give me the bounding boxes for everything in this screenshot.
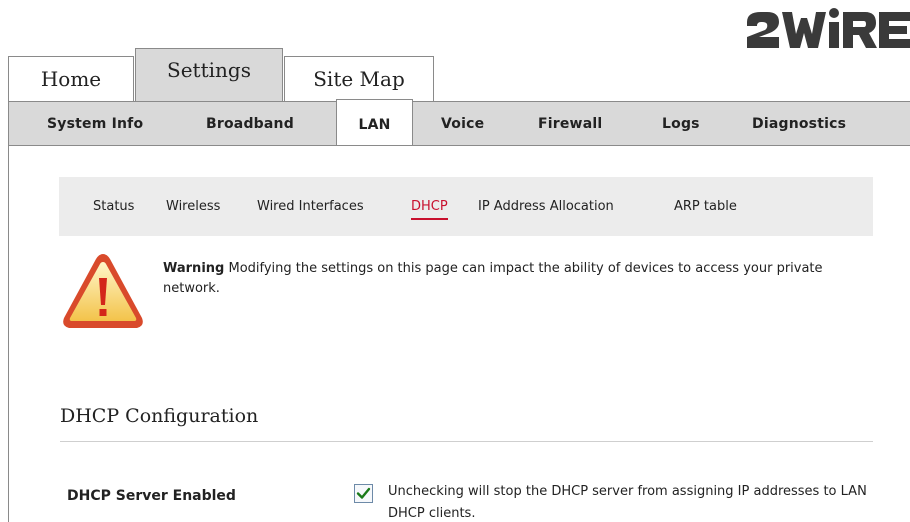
tab-settings[interactable]: Settings: [135, 48, 283, 101]
subnav-firewall[interactable]: Firewall: [538, 102, 602, 145]
lan-link-ip-address-allocation[interactable]: IP Address Allocation: [478, 199, 614, 214]
check-icon: [356, 487, 371, 499]
lan-link-status[interactable]: Status: [93, 199, 134, 214]
warning-title: Warning: [163, 261, 225, 276]
lan-link-dhcp[interactable]: DHCP: [411, 199, 448, 220]
lan-link-arp-table[interactable]: ARP table: [674, 199, 737, 214]
top-tab-bar: Home Settings Site Map: [8, 48, 910, 101]
warning-triangle-icon: [63, 254, 143, 328]
warning-body: Modifying the settings on this page can …: [163, 261, 823, 296]
tab-site-map-label: Site Map: [313, 67, 405, 91]
lan-link-wired-interfaces[interactable]: Wired Interfaces: [257, 199, 364, 214]
2wire-logo: [747, 8, 910, 48]
subnav-system-info[interactable]: System Info: [47, 102, 143, 145]
tab-home[interactable]: Home: [8, 56, 134, 101]
settings-subnav: System Info Broadband LAN Voice Firewall…: [8, 99, 910, 149]
section-title: DHCP Configuration: [60, 405, 259, 427]
subnav-diagnostics[interactable]: Diagnostics: [752, 102, 846, 145]
subnav-logs[interactable]: Logs: [662, 102, 700, 145]
tab-home-label: Home: [40, 67, 102, 91]
dhcp-server-enabled-checkbox[interactable]: [354, 484, 373, 503]
subnav-voice[interactable]: Voice: [441, 102, 484, 145]
lan-link-wireless[interactable]: Wireless: [166, 199, 220, 214]
tab-site-map[interactable]: Site Map: [284, 56, 434, 101]
subnav-lan[interactable]: LAN: [336, 99, 413, 149]
lan-subnav: Status Wireless Wired Interfaces DHCP IP…: [59, 177, 873, 236]
section-divider: [60, 441, 873, 442]
dhcp-server-enabled-label: DHCP Server Enabled: [67, 488, 236, 504]
tab-settings-label: Settings: [167, 58, 251, 82]
dhcp-server-enabled-help: Unchecking will stop the DHCP server fro…: [388, 484, 867, 521]
warning-message: Warning Modifying the settings on this p…: [163, 259, 863, 299]
subnav-broadband[interactable]: Broadband: [206, 102, 294, 145]
